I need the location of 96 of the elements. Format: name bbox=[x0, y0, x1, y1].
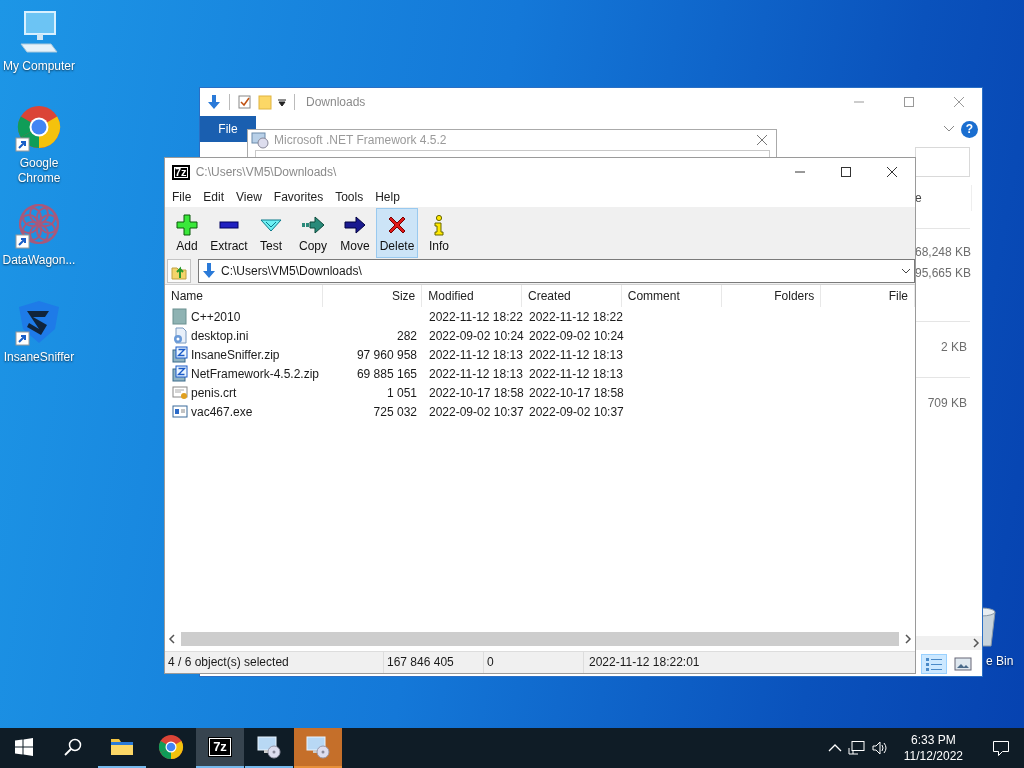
file-size: 1 051 bbox=[386, 385, 417, 400]
down-arrow-icon bbox=[201, 262, 217, 280]
file-size: 725 032 bbox=[373, 404, 417, 419]
arrow-right-icon bbox=[343, 213, 367, 237]
test-button[interactable]: Test bbox=[250, 208, 292, 258]
menu-item[interactable]: Help bbox=[369, 189, 406, 204]
file-name: desktop.ini bbox=[191, 328, 249, 343]
ribbon-tab[interactable]: File bbox=[200, 116, 256, 142]
settings-file-icon bbox=[172, 327, 188, 344]
file-size: 2 KB bbox=[940, 340, 968, 355]
status-text: 4 / 6 object(s) selected bbox=[165, 652, 384, 673]
date-cell: 2022-09-02 10:37 bbox=[429, 404, 524, 419]
details-view-button[interactable] bbox=[921, 654, 947, 674]
dialog-title: Microsoft .NET Framework 4.5.2 bbox=[274, 133, 448, 148]
clock[interactable]: 6:33 PM 11/12/2022 bbox=[897, 732, 969, 764]
browser-icon[interactable] bbox=[15, 105, 63, 153]
file-size: 68,248 KB bbox=[915, 245, 973, 260]
up-folder-button[interactable] bbox=[167, 259, 191, 283]
date-cell: 2022-11-12 18:13 bbox=[429, 347, 523, 362]
plus-icon bbox=[175, 213, 199, 237]
date-cell: 2022-10-17 18:58 bbox=[429, 385, 524, 400]
certificate-icon bbox=[172, 384, 188, 401]
taskbar-app-button[interactable]: 7z bbox=[196, 728, 244, 768]
date-cell: 2022-11-12 18:13 bbox=[529, 347, 623, 362]
down-arrow-icon bbox=[206, 94, 222, 110]
delete-button[interactable]: Delete bbox=[376, 208, 418, 258]
date-cell: 2022-09-02 10:37 bbox=[529, 404, 624, 419]
arrow-right-icon bbox=[301, 213, 325, 237]
icon-label: My Computer bbox=[3, 59, 75, 74]
browser-icon bbox=[158, 734, 184, 760]
add-button[interactable]: Add bbox=[166, 208, 208, 258]
date-cell: 2022-11-12 18:22 bbox=[529, 309, 623, 324]
move-button[interactable]: Move bbox=[334, 208, 376, 258]
status-text: 0 bbox=[484, 652, 584, 673]
maximize-icon bbox=[901, 96, 917, 108]
help-button[interactable]: ? bbox=[961, 120, 978, 138]
icon-label: e Bin bbox=[986, 654, 1014, 668]
menu-item[interactable]: Tools bbox=[329, 189, 370, 204]
path-field[interactable]: C:\Users\VM5\Downloads\ bbox=[198, 259, 915, 283]
file-name: NetFramework-4.5.2.zip bbox=[191, 366, 320, 381]
app-logo: 7z bbox=[172, 164, 190, 180]
info-button[interactable]: Info bbox=[418, 208, 460, 258]
setup-icon bbox=[256, 734, 282, 760]
setup-icon bbox=[305, 734, 331, 760]
status-text: 2022-11-12 18:22:01 bbox=[588, 654, 701, 671]
window-title: Downloads bbox=[306, 95, 367, 109]
icon-label: InsaneSniffer bbox=[3, 350, 75, 365]
program-icon bbox=[172, 403, 188, 420]
details-view-icon bbox=[925, 656, 943, 672]
date-cell: 2022-09-02 10:24 bbox=[429, 328, 524, 343]
file-name: vac467.exe bbox=[191, 404, 253, 419]
volume-icon[interactable] bbox=[870, 740, 889, 756]
status-text: 167 846 405 bbox=[384, 652, 484, 673]
menu-item[interactable]: View bbox=[230, 189, 268, 204]
file-size: 97 960 958 bbox=[356, 347, 417, 362]
date-cell: 2022-11-12 18:13 bbox=[529, 366, 623, 381]
file-name: C++2010 bbox=[191, 309, 241, 324]
file-name: penis.crt bbox=[191, 385, 237, 400]
file-size: 282 bbox=[396, 328, 417, 343]
close-icon bbox=[884, 166, 900, 178]
icon-label: Google Chrome bbox=[16, 156, 62, 186]
picture-view-icon bbox=[954, 656, 972, 672]
setup-icon bbox=[250, 131, 270, 150]
menu-item[interactable]: Edit bbox=[197, 189, 231, 204]
close-icon bbox=[951, 96, 967, 108]
maximize-icon bbox=[838, 166, 854, 178]
path-text: C:\Users\VM5\Downloads\ bbox=[221, 264, 363, 278]
archive-icon bbox=[172, 346, 188, 363]
archive-icon bbox=[172, 365, 188, 382]
window-title: C:\Users\VM5\Downloads\ bbox=[195, 165, 338, 179]
date-cell: 2022-10-17 18:58 bbox=[529, 385, 624, 400]
date-cell: 2022-09-02 10:24 bbox=[529, 328, 624, 343]
network-icon[interactable] bbox=[847, 740, 866, 756]
file-name: InsaneSniffer.zip bbox=[191, 347, 280, 362]
menu-item[interactable]: File bbox=[166, 189, 198, 204]
extract-button[interactable]: Extract bbox=[208, 208, 250, 258]
date-cell: 2022-11-12 18:22 bbox=[429, 309, 523, 324]
search-icon bbox=[64, 738, 82, 756]
windows-logo-icon bbox=[15, 738, 33, 756]
scrollbar-thumb[interactable] bbox=[181, 632, 899, 646]
speech-bubble-icon bbox=[992, 739, 1010, 757]
date-cell: 2022-11-12 18:13 bbox=[429, 366, 523, 381]
clock-time: 6:33 PM bbox=[910, 732, 957, 748]
recycle-bin-icon[interactable] bbox=[983, 604, 997, 648]
app-logo: 7z bbox=[209, 738, 231, 756]
icon-label: DataWagon... bbox=[2, 253, 76, 268]
scroll-right-icon[interactable] bbox=[970, 636, 982, 650]
file-size: 69 885 165 bbox=[356, 366, 417, 381]
clock-date: 11/12/2022 bbox=[903, 748, 963, 764]
copy-button[interactable]: Copy bbox=[292, 208, 334, 258]
file-size: 95,665 KB bbox=[915, 266, 973, 281]
close-icon bbox=[756, 134, 768, 147]
checkbox-icon[interactable] bbox=[237, 94, 253, 110]
folder-icon bbox=[172, 308, 188, 325]
file-size: 709 KB bbox=[926, 396, 968, 411]
menu-item[interactable]: Favorites bbox=[267, 189, 330, 204]
